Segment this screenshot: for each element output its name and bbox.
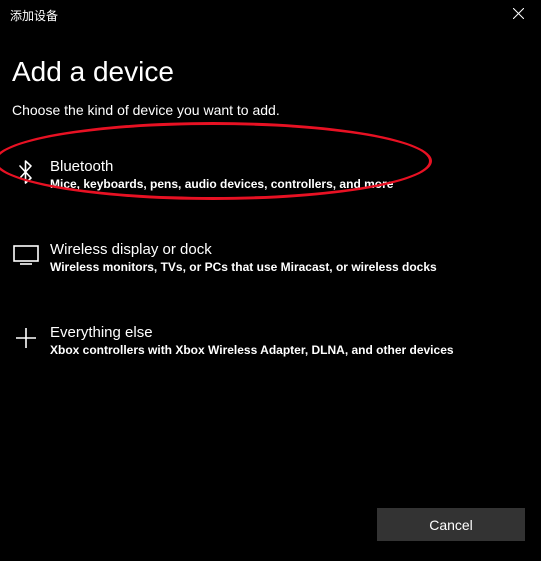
device-option-text: Wireless display or dock Wireless monito… [50,241,437,274]
spacer [12,205,529,227]
device-option-list: Bluetooth Mice, keyboards, pens, audio d… [12,144,529,371]
device-option-text: Bluetooth Mice, keyboards, pens, audio d… [50,158,393,191]
close-icon [513,6,524,24]
page-title: Add a device [12,56,529,88]
display-icon [12,241,40,269]
cancel-button[interactable]: Cancel [377,508,525,541]
dialog-content: Add a device Choose the kind of device y… [0,30,541,371]
device-option-desc: Xbox controllers with Xbox Wireless Adap… [50,343,454,357]
bluetooth-icon [12,158,40,186]
device-option-title: Bluetooth [50,158,393,175]
device-option-title: Everything else [50,324,454,341]
close-button[interactable] [496,0,541,30]
spacer [12,288,529,310]
device-option-bluetooth[interactable]: Bluetooth Mice, keyboards, pens, audio d… [12,144,529,205]
page-subtitle: Choose the kind of device you want to ad… [12,102,529,118]
device-option-title: Wireless display or dock [50,241,437,258]
device-option-text: Everything else Xbox controllers with Xb… [50,324,454,357]
device-option-desc: Mice, keyboards, pens, audio devices, co… [50,177,393,191]
plus-icon [12,324,40,352]
device-option-everything-else[interactable]: Everything else Xbox controllers with Xb… [12,310,529,371]
dialog-footer: Cancel [377,508,525,541]
device-option-desc: Wireless monitors, TVs, or PCs that use … [50,260,437,274]
titlebar: 添加设备 [0,0,541,30]
window-title: 添加设备 [10,7,58,24]
device-option-wireless-display[interactable]: Wireless display or dock Wireless monito… [12,227,529,288]
